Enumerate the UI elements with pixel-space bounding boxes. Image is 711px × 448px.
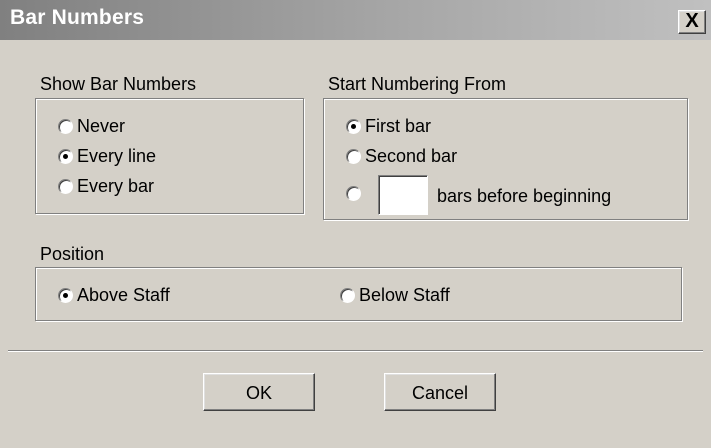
radio-first-bar-circle bbox=[346, 119, 361, 134]
radio-above-staff-label: Above Staff bbox=[77, 285, 170, 305]
show-bar-numbers-label: Show Bar Numbers bbox=[40, 74, 197, 94]
radio-below-staff[interactable]: Below Staff bbox=[340, 285, 450, 306]
radio-second-bar-label: Second bar bbox=[365, 146, 458, 166]
radio-second-bar-circle bbox=[346, 149, 361, 164]
radio-never[interactable]: Never bbox=[58, 116, 125, 137]
radio-every-line-circle bbox=[58, 149, 73, 164]
ok-button[interactable]: OK bbox=[203, 373, 315, 411]
radio-every-bar[interactable]: Every bar bbox=[58, 176, 154, 197]
bars-before-input[interactable] bbox=[378, 175, 428, 215]
radio-never-label: Never bbox=[77, 116, 126, 136]
radio-second-bar[interactable]: Second bar bbox=[346, 146, 457, 167]
radio-below-staff-circle bbox=[340, 288, 355, 303]
radio-every-bar-circle bbox=[58, 179, 73, 194]
start-numbering-label: Start Numbering From bbox=[328, 74, 507, 94]
radio-above-staff[interactable]: Above Staff bbox=[58, 285, 170, 306]
radio-below-staff-label: Below Staff bbox=[359, 285, 450, 305]
radio-never-circle bbox=[58, 119, 73, 134]
bars-before-label: bars before beginning bbox=[437, 186, 612, 206]
radio-every-line[interactable]: Every line bbox=[58, 146, 156, 167]
divider bbox=[8, 350, 703, 352]
title-bar: Bar Numbers X bbox=[0, 0, 711, 40]
close-icon: X bbox=[685, 10, 699, 32]
radio-above-staff-circle bbox=[58, 288, 73, 303]
window-title: Bar Numbers bbox=[10, 6, 145, 29]
cancel-button[interactable]: Cancel bbox=[384, 373, 496, 411]
radio-first-bar-label: First bar bbox=[365, 116, 432, 136]
radio-first-bar[interactable]: First bar bbox=[346, 116, 431, 137]
radio-bars-before-circle bbox=[346, 186, 361, 201]
position-label: Position bbox=[40, 244, 105, 264]
radio-every-bar-label: Every bar bbox=[77, 176, 155, 196]
radio-every-line-label: Every line bbox=[77, 146, 157, 166]
radio-bars-before[interactable] bbox=[346, 186, 365, 201]
close-button[interactable]: X bbox=[678, 10, 706, 34]
